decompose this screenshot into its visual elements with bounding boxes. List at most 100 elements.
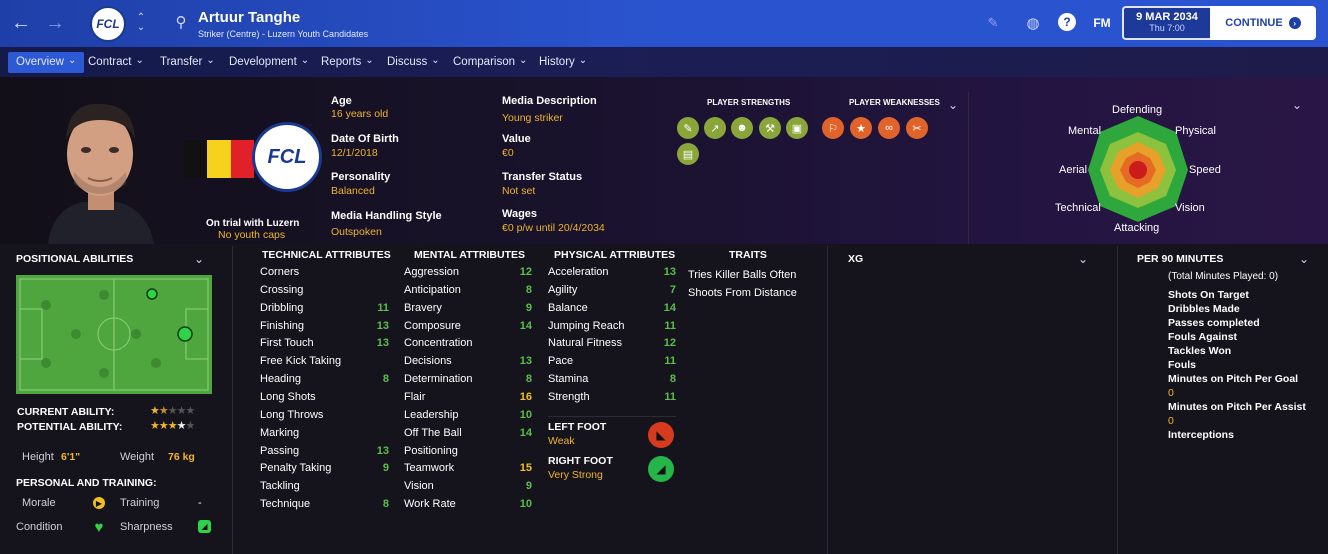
weakness-aerial-icon[interactable]: ∞ <box>878 117 900 139</box>
search-icon[interactable]: ⚲ <box>172 13 190 31</box>
player-name: Artuur Tanghe <box>198 9 301 26</box>
mental-attr-value: 14 <box>519 426 532 439</box>
physical-attr-value: 11 <box>664 390 676 403</box>
radar-label-attacking: Attacking <box>1114 222 1160 234</box>
star-full-icon: ★★★ <box>150 420 178 432</box>
physical-attr-value: 12 <box>663 337 676 350</box>
physical-attr-name: Strength <box>548 390 590 403</box>
xg-chevron-icon[interactable]: ⌄ <box>1076 252 1090 266</box>
technical-attr-name: Penalty Taking <box>260 462 332 475</box>
technical-attr-name: Finishing <box>260 319 305 332</box>
weakness-star-icon[interactable]: ★ <box>850 117 872 139</box>
dob-value: 12/1/2018 <box>331 147 378 159</box>
radar-label-technical: Technical <box>1055 202 1101 214</box>
strength-finishing-icon[interactable]: ↗ <box>704 117 726 139</box>
club-badge-header: FCL <box>90 6 126 42</box>
forward-arrow-icon[interactable]: → <box>44 12 66 34</box>
strength-notes-icon[interactable]: ▤ <box>677 143 699 165</box>
condition-heart-icon: ♥ <box>94 518 104 536</box>
morale-icon: ▶ <box>93 497 105 509</box>
tab-transfer[interactable]: Transfer <box>152 52 223 73</box>
mental-attr-value: 16 <box>519 390 532 403</box>
back-arrow-icon[interactable]: ← <box>10 12 32 34</box>
per90-stat-label: Fouls Against <box>1168 331 1238 343</box>
positional-chevron-icon[interactable]: ⌄ <box>192 252 206 266</box>
per90-stat-label: Passes completed <box>1168 317 1260 329</box>
positional-title: POSITIONAL ABILITIES <box>16 253 134 265</box>
mental-attr-value: 10 <box>519 498 532 511</box>
physical-attr-value: 13 <box>663 266 676 278</box>
strengths-label: PLAYER STRENGTHS <box>707 98 791 107</box>
training-value: - <box>198 497 202 509</box>
strength-passing-icon[interactable]: ✎ <box>677 117 699 139</box>
per90-chevron-icon[interactable]: ⌄ <box>1297 252 1311 266</box>
strength-technique-icon[interactable]: ⚒ <box>759 117 781 139</box>
mental-attr-name: Off The Ball <box>404 426 462 439</box>
media-desc-value: Young striker <box>502 112 563 124</box>
right-foot-label: RIGHT FOOT <box>548 455 613 467</box>
technical-attr-name: Free Kick Taking <box>260 355 342 368</box>
tab-comparison[interactable]: Comparison <box>445 52 535 73</box>
chevron-down-icon[interactable]: ⌄ <box>946 98 960 112</box>
media-style-value: Outspoken <box>331 226 382 238</box>
mental-attr-value: 13 <box>519 355 532 368</box>
potential-ability-stars: ★★★★★ <box>150 419 195 432</box>
media-style-label: Media Handling Style <box>331 210 442 222</box>
mental-attr-name: Concentration <box>404 337 473 350</box>
weakness-tackling-icon[interactable]: ⚐ <box>822 117 844 139</box>
physical-attr-name: Stamina <box>548 373 589 386</box>
technical-attr-name: Long Shots <box>260 390 316 403</box>
height-value: 6'1" <box>61 451 81 463</box>
strength-mental-icon[interactable]: ☻ <box>731 117 753 139</box>
wages-label: Wages <box>502 208 538 220</box>
current-ability-stars: ★★★★★ <box>150 404 196 417</box>
tab-history[interactable]: History <box>531 52 595 73</box>
flag-stripe-red <box>230 140 254 178</box>
per90-stat-label: Interceptions <box>1168 429 1234 441</box>
weight-value: 76 kg <box>168 451 195 463</box>
traits-title: TRAITS <box>729 249 767 261</box>
fm-logo-icon[interactable]: FM <box>1090 14 1114 32</box>
mental-attr-name: Aggression <box>404 266 460 278</box>
left-foot-label: LEFT FOOT <box>548 421 607 433</box>
radar-chevron-icon[interactable]: ⌄ <box>1290 98 1304 112</box>
edit-pencil-icon[interactable]: ✎ <box>984 14 1002 32</box>
weakness-tools-icon[interactable]: ✂ <box>906 117 928 139</box>
radar-label-defending: Defending <box>1112 104 1163 116</box>
radar-label-aerial: Aerial <box>1059 164 1088 176</box>
mental-attr-value: 8 <box>525 373 532 386</box>
technical-attr-name: First Touch <box>260 337 314 350</box>
technical-title: TECHNICAL ATTRIBUTES <box>262 249 391 261</box>
media-desc-label: Media Description <box>502 95 597 107</box>
technical-attr-value: 13 <box>376 337 389 350</box>
tab-reports[interactable]: Reports <box>313 52 382 73</box>
right-boot-icon: ◢ <box>648 456 674 482</box>
divider-middle <box>827 246 828 554</box>
dob-label: Date Of Birth <box>331 133 399 145</box>
mental-attr-value: 15 <box>519 462 532 475</box>
caps-value: No youth caps <box>218 229 286 241</box>
help-icon[interactable]: ? <box>1058 13 1076 31</box>
tab-discuss[interactable]: Discuss <box>379 52 448 73</box>
age-label: Age <box>331 95 352 107</box>
current-ability-label: CURRENT ABILITY: <box>17 406 115 418</box>
tab-overview[interactable]: Overview <box>8 52 85 73</box>
physical-attr-value: 7 <box>669 283 676 296</box>
weaknesses-label: PLAYER WEAKNESSES <box>849 98 940 107</box>
technical-attr-value: 11 <box>377 301 389 314</box>
radar-label-vision: Vision <box>1175 202 1205 214</box>
chevron-updown-icon[interactable]: ⌃ ⌄ <box>134 10 148 36</box>
mental-attr-name: Anticipation <box>404 283 461 296</box>
flag-stripe-black <box>184 140 208 178</box>
tab-development[interactable]: Development <box>221 52 317 73</box>
physical-attr-name: Balance <box>548 301 588 314</box>
star-empty-icon: ★★★ <box>167 405 196 417</box>
physical-attr-name: Pace <box>548 355 574 368</box>
strength-money-icon[interactable]: ▣ <box>786 117 808 139</box>
mental-attr-name: Leadership <box>404 408 459 421</box>
technical-attr-value: 13 <box>376 444 389 457</box>
globe-icon[interactable]: ◍ <box>1022 12 1044 34</box>
radar-label-speed: Speed <box>1189 164 1221 176</box>
tab-contract[interactable]: Contract <box>80 52 152 73</box>
continue-button[interactable]: CONTINUE › <box>1210 6 1316 40</box>
